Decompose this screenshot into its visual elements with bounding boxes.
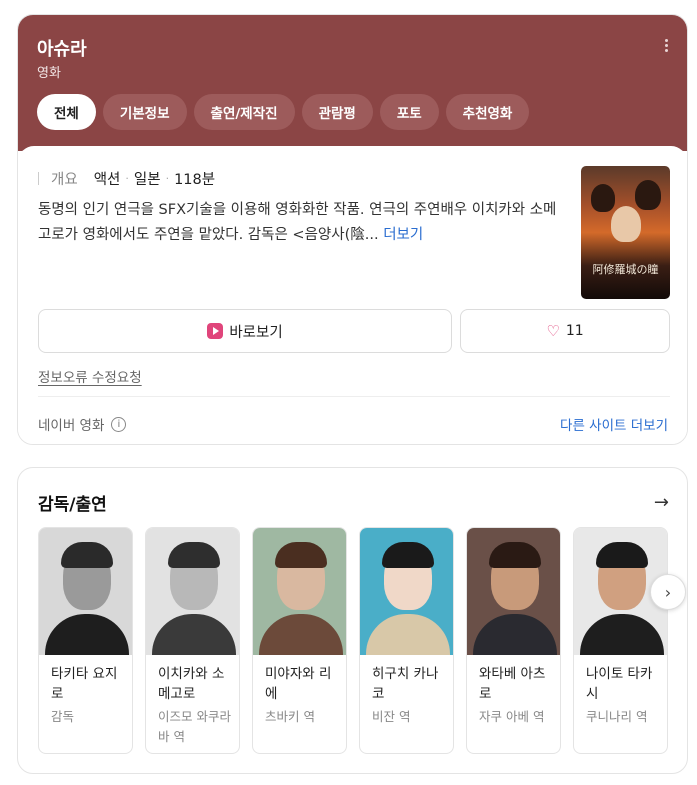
- movie-description: 동명의 인기 연극을 SFX기술을 이용해 영화화한 작품. 연극의 주연배우 …: [38, 198, 568, 248]
- poster-figure: [591, 184, 615, 212]
- like-count: 11: [565, 323, 584, 339]
- meta-divider: [38, 172, 39, 185]
- person-role: 쿠니나리 역: [586, 709, 648, 724]
- person-photo: [146, 528, 239, 655]
- person-name: 와타베 아츠로: [479, 666, 546, 702]
- cast-item[interactable]: 미야자와 리에 츠바키 역: [252, 527, 347, 754]
- person-role: 이즈모 와쿠라바 역: [158, 709, 231, 744]
- person-photo: [253, 528, 346, 655]
- person-role: 츠바키 역: [265, 709, 315, 724]
- cast-carousel: 타키타 요지로 감독 이치카와 소메고로 이즈모 와쿠라바 역 미야자와 리에 …: [38, 527, 670, 754]
- runtime: 118분: [174, 172, 216, 188]
- more-link[interactable]: 더보기: [383, 227, 423, 243]
- tab-photos[interactable]: 포토: [379, 94, 439, 130]
- person-name: 타키타 요지로: [51, 666, 118, 702]
- person-photo: [39, 528, 132, 655]
- poster-figure: [611, 206, 641, 242]
- cast-card: 감독/출연 → 타키타 요지로 감독 이치카와 소메고로 이즈모 와쿠라바 역: [17, 467, 688, 774]
- cast-item[interactable]: 와타베 아츠로 자쿠 아베 역: [466, 527, 561, 754]
- person-name: 나이토 타카시: [586, 666, 653, 702]
- person-photo: [360, 528, 453, 655]
- tab-cast-crew[interactable]: 출연/제작진: [193, 94, 295, 130]
- country: 일본: [133, 172, 161, 188]
- info-icon[interactable]: i: [111, 416, 127, 432]
- heart-icon: ♡: [546, 322, 560, 340]
- cast-item[interactable]: 타키타 요지로 감독: [38, 527, 133, 754]
- person-name: 이치카와 소메고로: [158, 666, 225, 702]
- chevron-right-icon[interactable]: ›: [650, 574, 686, 610]
- movie-info-card: 아슈라 영화 전체 기본정보 출연/제작진 관람평 포토 추천영화 개요 액션 …: [17, 14, 688, 445]
- divider: [38, 396, 670, 397]
- person-role: 비잔 역: [372, 709, 411, 724]
- card-body: 개요 액션 · 일본 · 118분 동명의 인기 연극을 SFX기술을 이용해 …: [18, 146, 687, 444]
- person-role: 감독: [51, 709, 75, 724]
- movie-category: 영화: [37, 66, 61, 81]
- separator-dot: ·: [125, 172, 129, 185]
- description-text: 동명의 인기 연극을 SFX기술을 이용해 영화화한 작품. 연극의 주연배우 …: [38, 202, 557, 243]
- tab-bar: 전체 기본정보 출연/제작진 관람평 포토 추천영화: [37, 94, 536, 130]
- person-name: 히구치 카나코: [372, 666, 439, 702]
- poster-title: 阿修羅城の瞳: [592, 263, 659, 276]
- source-info: 네이버 영화 i: [38, 414, 127, 434]
- tab-basic-info[interactable]: 기본정보: [102, 94, 187, 130]
- tab-reviews[interactable]: 관람평: [301, 94, 373, 130]
- cast-item[interactable]: 히구치 카나코 비잔 역: [359, 527, 454, 754]
- cast-item[interactable]: 나이토 타카시 쿠니나리 역: [573, 527, 668, 754]
- section-title[interactable]: 감독/출연: [38, 490, 107, 515]
- overview-label: 개요: [51, 172, 78, 188]
- play-icon: [207, 323, 224, 339]
- other-sites-link[interactable]: 다른 사이트 더보기: [560, 414, 668, 434]
- tab-recommended[interactable]: 추천영화: [445, 94, 530, 130]
- like-button[interactable]: ♡ 11: [460, 309, 670, 353]
- tab-all[interactable]: 전체: [37, 94, 96, 130]
- watch-now-button[interactable]: 바로보기: [38, 309, 452, 353]
- card-header: 아슈라 영화 전체 기본정보 출연/제작진 관람평 포토 추천영화: [18, 15, 687, 151]
- genre: 액션: [93, 172, 121, 188]
- arrow-right-icon[interactable]: →: [654, 492, 669, 513]
- movie-title[interactable]: 아슈라: [37, 35, 87, 61]
- person-name: 미야자와 리에: [265, 666, 332, 702]
- cast-item[interactable]: 이치카와 소메고로 이즈모 와쿠라바 역: [145, 527, 240, 754]
- person-photo: [467, 528, 560, 655]
- movie-poster[interactable]: 阿修羅城の瞳: [581, 166, 670, 299]
- report-error-link[interactable]: 정보오류 수정요청: [38, 366, 142, 386]
- person-role: 자쿠 아베 역: [479, 709, 545, 724]
- poster-figure: [635, 180, 661, 210]
- movie-meta: 개요 액션 · 일본 · 118분: [38, 168, 215, 189]
- watch-label: 바로보기: [229, 324, 283, 341]
- separator-dot: ·: [165, 172, 170, 185]
- more-vertical-icon[interactable]: [661, 39, 671, 57]
- source-label: 네이버 영화: [38, 418, 105, 434]
